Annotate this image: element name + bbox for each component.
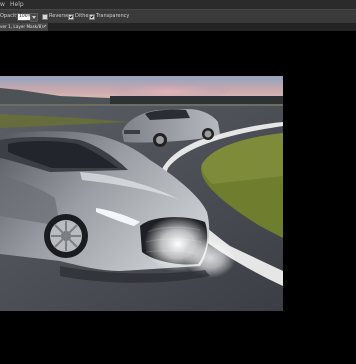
tool-options-bar: Opacity: 100% Reverse Dither Transparenc… [0,9,356,24]
document-tab-bar: ver 1, Layer Mask/8) * × [0,23,356,31]
opacity-input[interactable]: 100% [17,13,32,21]
transparency-label: Transparency [96,13,130,19]
menu-item-help[interactable]: Help [10,0,24,9]
menu-item-window[interactable]: w [0,0,5,9]
close-icon[interactable]: × [42,23,46,31]
menu-bar: w Help [0,0,356,9]
transparency-checkbox[interactable] [89,14,95,20]
reverse-checkbox[interactable] [42,14,48,20]
reverse-label: Reverse [49,13,70,19]
document-tab-label: ver 1, Layer Mask/8) * [0,24,47,29]
opacity-dropdown-icon[interactable] [30,13,38,22]
document-tab[interactable]: ver 1, Layer Mask/8) * × [0,23,48,31]
canvas-image[interactable] [0,76,283,311]
dither-checkbox[interactable] [68,14,74,20]
